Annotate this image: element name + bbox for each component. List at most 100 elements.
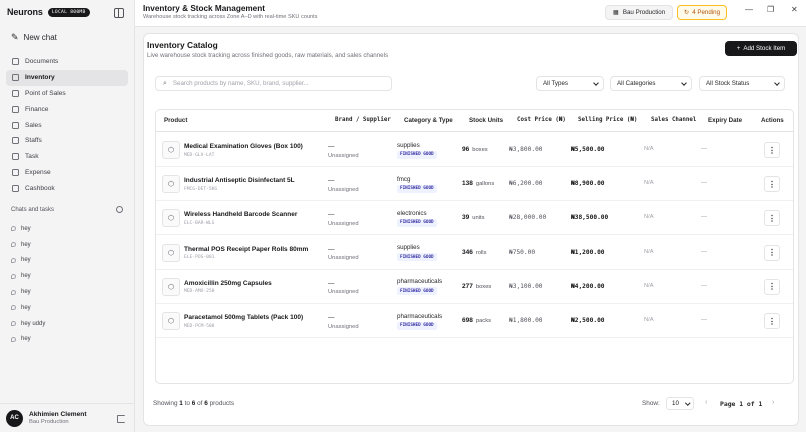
table-row[interactable]: ⬡ Thermal POS Receipt Paper Rolls 80mm ELE… (156, 236, 793, 270)
sidebar-item-label: Inventory (25, 74, 55, 82)
row-actions-button[interactable]: ⋮ (764, 210, 780, 227)
table-row[interactable]: ⬡ Paracetamol 500mg Tablets (Pack 100) MED… (156, 304, 793, 338)
sales-icon (12, 121, 19, 129)
search-icon: ⌕ (163, 79, 167, 87)
category-value: supplies (397, 244, 420, 252)
chat-item[interactable]: hey (11, 332, 45, 348)
stock-quantity: 96 (462, 146, 470, 153)
avatar: AC (6, 409, 23, 427)
sidebar-item-finance[interactable]: Finance (6, 101, 128, 117)
stock-unit: packs (475, 318, 492, 324)
pagination-summary: Showing 1 to 6 of 6 products (153, 400, 234, 407)
next-page-icon[interactable]: › (772, 399, 774, 406)
chat-bubble-icon (11, 336, 16, 342)
catalog-title: Inventory Catalog (147, 40, 218, 50)
product-sku: FMCG-DET-5KG (184, 186, 218, 192)
new-chat-button[interactable]: ✎ New chat (11, 32, 57, 43)
package-icon: ⬡ (162, 141, 180, 159)
more-vertical-icon: ⋮ (768, 145, 776, 155)
chat-bubble-icon (11, 242, 16, 248)
add-stock-item-button[interactable]: + Add Stock Item (725, 41, 797, 56)
brand: Neurons LOCAL 800MB (7, 7, 90, 17)
sidebar-item-point-of-sales[interactable]: Point of Sales (6, 86, 128, 102)
table-row[interactable]: ⬡ Amoxicillin 250mg Capsules MED-AMX-250 — U… (156, 270, 793, 304)
column-header: Expiry Date (708, 117, 743, 124)
more-vertical-icon: ⋮ (768, 248, 776, 258)
minimize-icon[interactable]: — (745, 5, 753, 14)
organization-switcher[interactable]: ▦ Bau Production (605, 5, 674, 20)
inventory-table: Product Brand / Supplier Category & Type… (155, 109, 794, 384)
more-vertical-icon: ⋮ (768, 213, 776, 223)
book-icon (12, 184, 19, 192)
supplier-value: Unassigned (328, 186, 359, 193)
maximize-icon[interactable]: ❐ (767, 5, 774, 14)
chat-item[interactable]: hey (11, 300, 45, 316)
stock-unit: rolls (475, 249, 487, 256)
type-badge: FINISHED GOOD (397, 321, 437, 330)
sidebar-item-label: Finance (25, 105, 49, 113)
page-size-value: 10 (672, 400, 679, 407)
sidebar-item-expense[interactable]: Expense (6, 165, 128, 181)
category-filter-select[interactable]: All Categories (610, 76, 692, 91)
sidebar-item-sales[interactable]: Sales (6, 117, 128, 133)
row-actions-button[interactable]: ⋮ (764, 244, 780, 261)
search-input[interactable] (172, 80, 373, 87)
chat-item[interactable]: hey (11, 221, 45, 237)
table-row[interactable]: ⬡ Industrial Antiseptic Disinfectant 5L FM… (156, 167, 793, 202)
chat-item-label: hey (21, 241, 31, 248)
stock-unit: units (472, 215, 485, 222)
supplier-value: Unassigned (328, 323, 359, 330)
chat-item[interactable]: hey uddy (11, 316, 45, 332)
sidebar-item-task[interactable]: Task (6, 149, 128, 165)
cost-price: ₦750.00 (509, 248, 536, 256)
column-header: Selling Price (₦) (578, 117, 638, 123)
sidebar-collapse-icon[interactable] (114, 8, 124, 18)
supplier-value: Unassigned (328, 220, 359, 227)
sidebar-item-staffs[interactable]: Staffs (6, 133, 128, 149)
chat-item[interactable]: hey (11, 253, 45, 269)
stock-status-filter-select[interactable]: All Stock Status (699, 76, 785, 91)
product-name: Amoxicillin 250mg Capsules (184, 279, 272, 287)
page-size-label: Show: (642, 400, 660, 407)
row-actions-button[interactable]: ⋮ (764, 278, 780, 295)
expiry-date: — (701, 146, 707, 152)
chat-item[interactable]: hey (11, 284, 45, 300)
chats-heading-label: Chats and tasks (11, 206, 55, 213)
category-value: fmcg (397, 175, 411, 183)
sidebar-item-label: Task (25, 153, 39, 161)
category-value: supplies (397, 141, 420, 149)
page-title: Inventory & Stock Management (143, 4, 265, 13)
table-row[interactable]: ⬡ Medical Examination Gloves (Box 100) MED… (156, 133, 793, 167)
brand-name: Neurons (7, 7, 43, 17)
column-header: Product (164, 117, 188, 124)
stock-quantity: 698 (462, 317, 473, 324)
document-icon (12, 58, 19, 66)
expiry-date: — (701, 317, 707, 323)
user-profile[interactable]: AC Akhimien Clement Bau Production (0, 403, 134, 432)
brand-value: — (328, 177, 335, 185)
showing-prefix: Showing (153, 400, 178, 407)
brand-value: — (328, 245, 335, 253)
row-actions-button[interactable]: ⋮ (764, 313, 780, 329)
logout-icon[interactable] (117, 415, 125, 423)
sidebar-item-label: Documents (25, 58, 59, 66)
new-chat-label: New chat (23, 33, 57, 42)
pending-badge[interactable]: ↻ 4 Pending (677, 5, 728, 20)
chat-item[interactable]: hey (11, 268, 45, 284)
sidebar-item-cashbook[interactable]: Cashbook (6, 180, 128, 196)
chat-item[interactable]: hey (11, 237, 45, 253)
table-row[interactable]: ⬡ Wireless Handheld Barcode Scanner ELC-BA… (156, 201, 793, 236)
close-icon[interactable]: ✕ (791, 5, 798, 14)
wallet-icon (12, 168, 19, 176)
history-icon[interactable] (116, 206, 123, 213)
previous-page-icon[interactable]: ‹ (705, 399, 707, 406)
expiry-date: — (701, 282, 707, 289)
app-window: Neurons LOCAL 800MB ✎ New chat Documents… (0, 0, 806, 432)
row-actions-button[interactable]: ⋮ (764, 142, 780, 158)
sidebar-item-documents[interactable]: Documents (6, 54, 128, 70)
type-filter-select[interactable]: All Types (536, 76, 604, 91)
row-actions-button[interactable]: ⋮ (764, 176, 780, 193)
product-sku: ELE-POS-001 (184, 255, 215, 261)
sidebar-item-inventory[interactable]: Inventory (6, 69, 128, 86)
page-size-select[interactable]: 10 (666, 397, 694, 410)
